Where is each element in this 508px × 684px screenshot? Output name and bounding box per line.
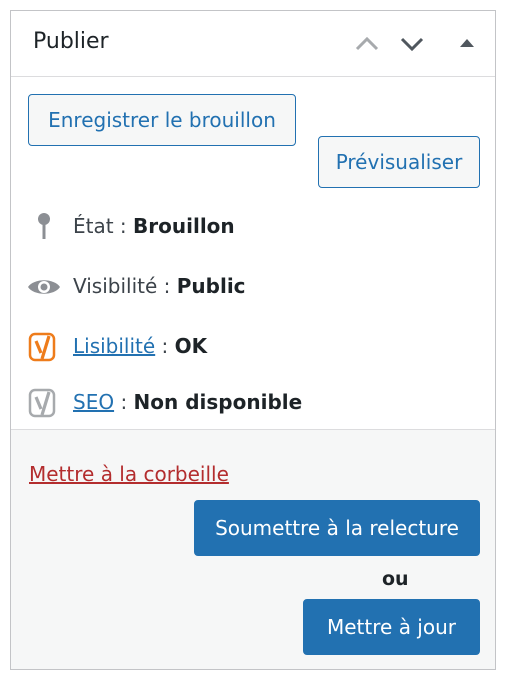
submit-review-button[interactable]: Soumettre à la relecture [194,500,480,556]
readability-value: OK [174,334,208,358]
panel-header: Publier [11,11,495,77]
status-row-visibility: Visibilité : Public [27,269,487,305]
seo-value: Non disponible [133,390,303,414]
yoast-seo-icon [27,385,61,421]
save-draft-button[interactable]: Enregistrer le brouillon [28,94,296,146]
chevron-down-icon[interactable] [397,29,427,59]
panel-body: Enregistrer le brouillon Prévisualiser É… [11,77,495,429]
publish-panel: Publier Enregistrer le brouillon Prévisu… [10,10,496,670]
status-row-seo: SEO : Non disponible [27,385,487,421]
eye-icon [27,269,61,305]
readability-link[interactable]: Lisibilité [73,334,155,358]
status-row-state: État : Brouillon [27,209,487,245]
state-value: Brouillon [133,214,235,238]
readability-separator: : [161,334,169,358]
chevron-up-icon[interactable] [352,29,382,59]
yoast-readability-icon [27,329,61,365]
update-button[interactable]: Mettre à jour [303,599,480,655]
visibility-label: Visibilité : [73,274,171,298]
panel-footer: Mettre à la corbeille Soumettre à la rel… [11,429,495,669]
trash-link[interactable]: Mettre à la corbeille [29,462,229,486]
status-row-readability: Lisibilité : OK [27,329,487,365]
panel-title: Publier [33,29,109,54]
visibility-value: Public [176,274,246,298]
seo-separator: : [120,390,128,414]
seo-link[interactable]: SEO [73,390,114,414]
or-label: ou [382,568,409,590]
pin-icon [27,209,61,245]
triangle-up-icon[interactable] [452,29,482,59]
preview-button[interactable]: Prévisualiser [318,136,480,188]
state-label: État : [73,214,127,238]
